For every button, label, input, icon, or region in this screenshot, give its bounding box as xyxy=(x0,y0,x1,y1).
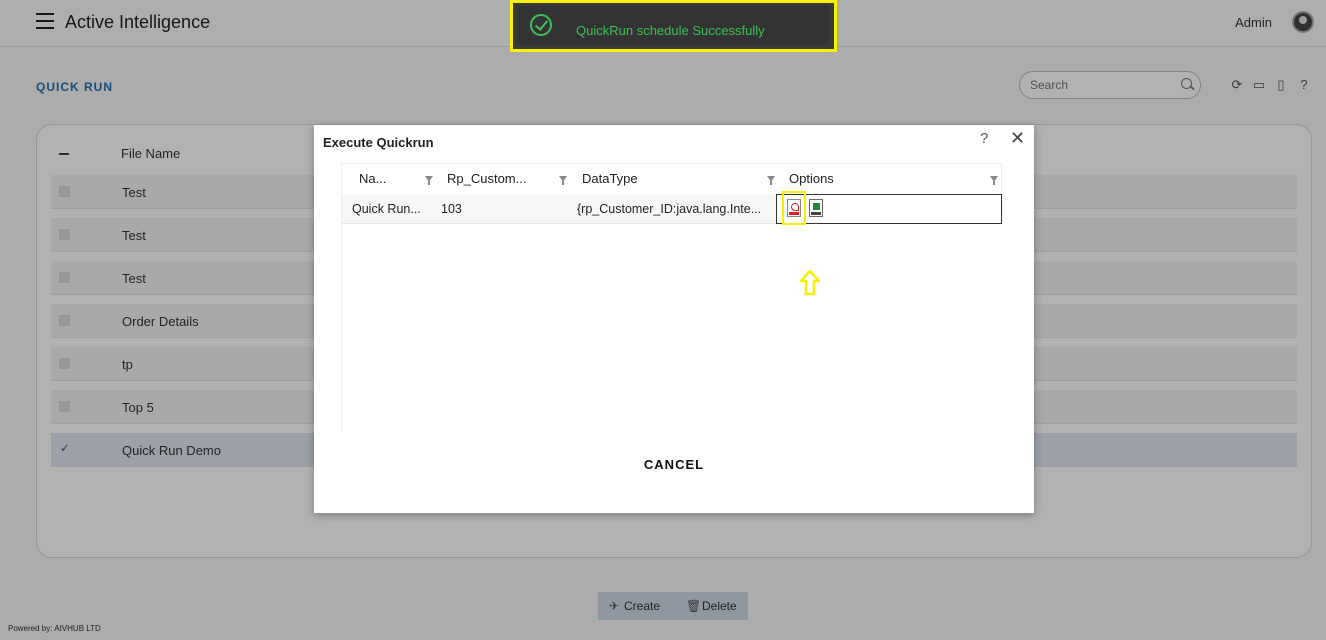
cell-datatype: {rp_Customer_ID:java.lang.Inte... xyxy=(577,202,762,216)
toast-message: QuickRun schedule Successfully xyxy=(576,23,765,38)
filter-icon[interactable] xyxy=(990,176,998,185)
column-options[interactable]: Options xyxy=(789,171,834,186)
arrow-up-icon xyxy=(800,270,820,296)
filter-icon[interactable] xyxy=(767,176,775,185)
execute-quickrun-dialog: Execute Quickrun ? ✕ Na... Rp_Custom... … xyxy=(314,125,1034,513)
quickrun-grid: Na... Rp_Custom... DataType Options Quic… xyxy=(341,163,1003,432)
toast-notification: QuickRun schedule Successfully xyxy=(517,6,829,45)
filter-icon[interactable] xyxy=(425,176,433,185)
cancel-button[interactable]: CANCEL xyxy=(314,457,1034,472)
pdf-export-icon[interactable] xyxy=(787,199,801,217)
grid-body xyxy=(342,194,1003,432)
cell-rp-customer: 103 xyxy=(441,202,462,216)
excel-export-icon[interactable] xyxy=(809,199,823,217)
dialog-close-icon[interactable]: ✕ xyxy=(1010,128,1025,149)
dialog-help-icon[interactable]: ? xyxy=(980,130,988,147)
cell-name: Quick Run... xyxy=(352,202,421,216)
cell-options xyxy=(776,191,1002,225)
success-check-icon xyxy=(530,14,552,36)
toast-highlight: QuickRun schedule Successfully xyxy=(510,0,837,52)
table-row[interactable]: Quick Run... 103 {rp_Customer_ID:java.la… xyxy=(342,191,1003,225)
column-name[interactable]: Na... xyxy=(359,171,386,186)
column-datatype[interactable]: DataType xyxy=(582,171,638,186)
filter-icon[interactable] xyxy=(559,176,567,185)
column-rp-customer[interactable]: Rp_Custom... xyxy=(447,171,526,186)
dialog-title: Execute Quickrun xyxy=(323,135,434,150)
